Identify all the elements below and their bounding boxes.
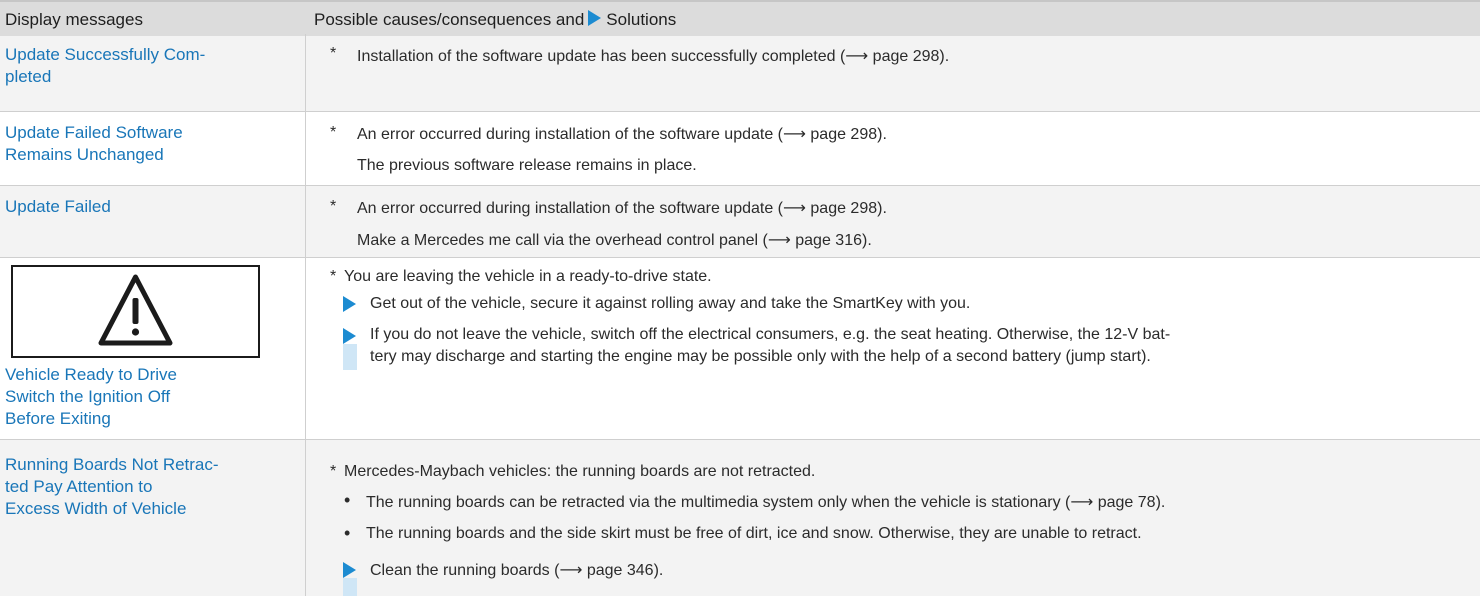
- bullet-icon: •: [344, 523, 351, 543]
- display-message: Running Boards Not Retrac- ted Pay Atten…: [5, 454, 295, 520]
- message-line: Update Successfully Com-: [5, 45, 206, 64]
- cause-text: You are leaving the vehicle in a ready-t…: [344, 268, 712, 285]
- consequence-text: The previous software release remains in…: [357, 157, 697, 174]
- message-line: Before Exiting: [5, 409, 111, 428]
- cause-text: Mercedes-Maybach vehicles: the running b…: [344, 463, 816, 480]
- cause-text: An error occurred during installation of…: [357, 126, 887, 143]
- footnote-star: *: [330, 124, 337, 141]
- display-message: Update Failed: [5, 196, 295, 218]
- cause-text: Installation of the software update has …: [357, 48, 950, 65]
- message-line: Remains Unchanged: [5, 145, 164, 164]
- warning-triangle-icon: [98, 274, 173, 346]
- message-line: Excess Width of Vehicle: [5, 499, 187, 518]
- solution-step-continued: tery may discharge and starting the engi…: [370, 348, 1151, 365]
- table-row: Update Failed * An error occurred during…: [0, 186, 1480, 258]
- cause-text: An error occurred during installation of…: [357, 200, 887, 217]
- display-message: Vehicle Ready to Drive Switch the Igniti…: [5, 364, 295, 430]
- solution-step: Get out of the vehicle, secure it agains…: [370, 295, 971, 312]
- message-line: Update Failed: [5, 197, 111, 216]
- message-line: pleted: [5, 67, 52, 86]
- header-solutions-label: Solutions: [606, 10, 677, 29]
- step-marker-icon: [343, 292, 357, 316]
- step-marker-icon: [343, 324, 357, 374]
- table-header: Display messages Possible causes/consequ…: [0, 0, 1480, 36]
- solution-arrow-icon: [588, 10, 602, 26]
- footnote-star: *: [330, 45, 337, 62]
- message-line: Vehicle Ready to Drive: [5, 365, 177, 384]
- header-causes-label: Possible causes/consequences and: [314, 10, 585, 29]
- bullet-text: The running boards and the side skirt mu…: [366, 525, 1142, 542]
- display-message: Update Successfully Com- pleted: [5, 44, 295, 88]
- solution-step: Clean the running boards (⟶ page 346).: [370, 562, 664, 579]
- table-row: Vehicle Ready to Drive Switch the Igniti…: [0, 258, 1480, 440]
- table-row: Running Boards Not Retrac- ted Pay Atten…: [0, 440, 1480, 596]
- message-line: Running Boards Not Retrac-: [5, 455, 219, 474]
- footnote-star: *: [330, 463, 337, 480]
- warning-symbol-box: [11, 265, 260, 358]
- solution-step: If you do not leave the vehicle, switch …: [370, 326, 1171, 343]
- footnote-star: *: [330, 268, 337, 285]
- footnote-star: *: [330, 198, 337, 215]
- message-line: ted Pay Attention to: [5, 477, 153, 496]
- bullet-icon: •: [344, 490, 351, 510]
- step-marker-icon: [343, 558, 357, 596]
- header-display-messages: Display messages: [5, 10, 143, 29]
- consequence-text: Make a Mercedes me call via the overhead…: [357, 232, 872, 249]
- message-line: Update Failed Software: [5, 123, 183, 142]
- table-row: Update Successfully Com- pleted * Instal…: [0, 36, 1480, 112]
- message-line: Switch the Ignition Off: [5, 387, 171, 406]
- bullet-text: The running boards can be retracted via …: [366, 494, 1166, 511]
- column-divider: [305, 34, 306, 596]
- table-row: Update Failed Software Remains Unchanged…: [0, 112, 1480, 186]
- header-causes-solutions: Possible causes/consequences and Solution…: [314, 10, 676, 30]
- display-message: Update Failed Software Remains Unchanged: [5, 122, 295, 166]
